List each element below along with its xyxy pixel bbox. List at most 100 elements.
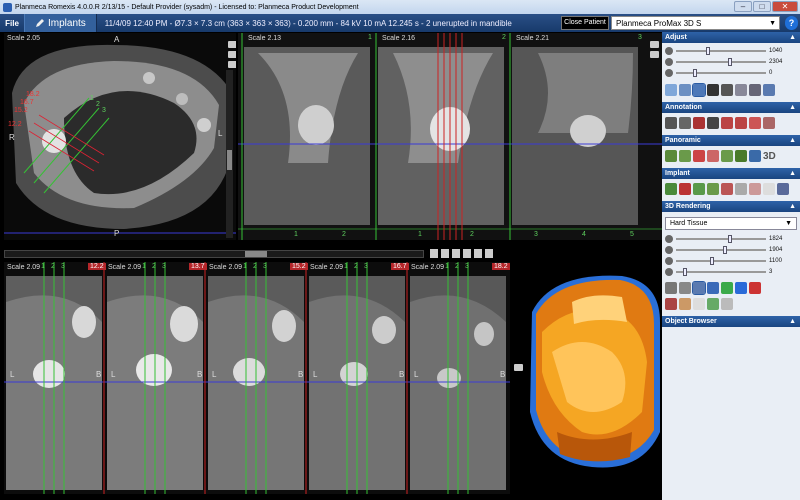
tooth-icon[interactable]: [763, 183, 775, 195]
render-slider-2[interactable]: 1904: [665, 244, 797, 255]
adjust-slider-1[interactable]: 1040: [665, 45, 797, 56]
axial-view[interactable]: Scale 2.05 A R L P 18.2 16.7 15.2 12.2 1…: [4, 33, 236, 240]
render-slider-1[interactable]: 1824: [665, 233, 797, 244]
render-slider-3-track[interactable]: [676, 256, 766, 265]
adjust-slider-2-track[interactable]: [676, 57, 766, 66]
guide-icon[interactable]: [777, 183, 789, 195]
adjust-slider-1-track[interactable]: [676, 46, 766, 55]
3d-render-view[interactable]: [512, 262, 662, 494]
3d-label[interactable]: 3D: [763, 151, 776, 162]
angle-icon[interactable]: [679, 117, 691, 129]
maximize-view-icon[interactable]: [485, 249, 493, 258]
camera-icon[interactable]: [228, 51, 236, 58]
eraser-icon[interactable]: [749, 117, 761, 129]
reset-view-icon[interactable]: [228, 61, 236, 68]
implant-section-header[interactable]: Implant ▲: [662, 168, 800, 179]
implant-add-icon[interactable]: [665, 183, 677, 195]
slider-knob[interactable]: [693, 68, 698, 77]
maximize-button[interactable]: □: [753, 1, 771, 12]
implant-icon[interactable]: [463, 249, 471, 258]
ruler-icon[interactable]: [665, 117, 677, 129]
slice-scrollbar[interactable]: [4, 250, 424, 258]
slider-knob[interactable]: [710, 256, 715, 265]
face-icon[interactable]: [679, 298, 691, 310]
lock-icon[interactable]: [430, 249, 438, 258]
sharpen-icon[interactable]: [707, 84, 719, 96]
rotate-icon[interactable]: [514, 364, 523, 371]
minimize-button[interactable]: –: [734, 1, 752, 12]
skull-icon[interactable]: [749, 84, 761, 96]
grid-icon[interactable]: [441, 249, 449, 258]
axial-scroll-thumb[interactable]: [227, 150, 232, 170]
implant-delete-icon[interactable]: [679, 183, 691, 195]
close-window-button[interactable]: ✕: [772, 1, 798, 12]
cross-section-views[interactable]: Scale 2.13 1 Scale 2.16 2 Scale 2.21 3 1…: [238, 33, 662, 240]
file-menu[interactable]: File: [0, 19, 24, 28]
pencil-icon[interactable]: [721, 117, 733, 129]
axial-scrollbar[interactable]: [226, 70, 233, 238]
render-slider-1-track[interactable]: [676, 234, 766, 243]
text-icon[interactable]: [693, 117, 705, 129]
render-slider-4[interactable]: 3: [665, 266, 797, 277]
panoramic-section-header[interactable]: Panoramic ▲: [662, 135, 800, 146]
implant-rotate-icon[interactable]: [707, 183, 719, 195]
curve-icon[interactable]: [665, 150, 677, 162]
zoom-icon[interactable]: [665, 84, 677, 96]
render-slider-3[interactable]: 1100: [665, 255, 797, 266]
slider-knob[interactable]: [723, 245, 728, 254]
marker-icon[interactable]: [665, 298, 677, 310]
filter-icon[interactable]: [735, 84, 747, 96]
device-select[interactable]: Planmeca ProMax 3D S ▼: [611, 16, 780, 30]
implant-library-icon[interactable]: [735, 183, 747, 195]
slice-icon[interactable]: [721, 150, 733, 162]
abutment-icon[interactable]: [721, 183, 733, 195]
tooth-icon[interactable]: [452, 249, 460, 258]
pan-icon[interactable]: [679, 84, 691, 96]
draw-icon[interactable]: [735, 117, 747, 129]
plane-icon[interactable]: [707, 282, 719, 294]
clip-icon[interactable]: [665, 282, 677, 294]
camera-icon[interactable]: [650, 51, 659, 58]
adjust-slider-3[interactable]: 0: [665, 67, 797, 78]
render-slider-2-track[interactable]: [676, 245, 766, 254]
invert-icon[interactable]: [721, 84, 733, 96]
spline-icon[interactable]: [749, 150, 761, 162]
maximize-view-icon[interactable]: [228, 41, 236, 48]
slider-knob[interactable]: [727, 57, 732, 66]
help-button[interactable]: ?: [785, 16, 798, 30]
measure-icon[interactable]: [692, 83, 706, 97]
render-preset-select[interactable]: Hard Tissue ▼: [665, 217, 797, 230]
camera-icon[interactable]: [474, 249, 482, 258]
reset-icon[interactable]: [763, 84, 775, 96]
object-browser-section-header[interactable]: Object Browser ▲: [662, 316, 800, 327]
slice-views[interactable]: Scale 2.09 1 2 3 12.2 L B Scale 2.09 1 2…: [4, 262, 510, 494]
maximize-view-icon[interactable]: [650, 41, 659, 48]
slider-knob[interactable]: [727, 234, 732, 243]
thickness-icon[interactable]: [735, 150, 747, 162]
tab-implants[interactable]: Implants: [24, 14, 97, 32]
color-icon[interactable]: [749, 282, 761, 294]
arrow-icon[interactable]: [707, 117, 719, 129]
palette-icon[interactable]: [707, 298, 719, 310]
delete-icon[interactable]: [763, 117, 775, 129]
select-icon[interactable]: [692, 281, 706, 295]
adjust-section-header[interactable]: Adjust ▲: [662, 32, 800, 43]
slider-knob[interactable]: [682, 267, 687, 276]
3d-rendering-section-header[interactable]: 3D Rendering ▲: [662, 201, 800, 212]
adjust-slider-3-track[interactable]: [676, 68, 766, 77]
nerve-edit-icon[interactable]: [707, 150, 719, 162]
slice-scroll-thumb[interactable]: [245, 251, 267, 257]
cube-icon[interactable]: [721, 282, 733, 294]
crown-icon[interactable]: [749, 183, 761, 195]
slider-knob[interactable]: [706, 46, 711, 55]
nerve-icon[interactable]: [693, 150, 705, 162]
cube-outline-icon[interactable]: [693, 298, 705, 310]
curve-edit-icon[interactable]: [679, 150, 691, 162]
cut-icon[interactable]: [679, 282, 691, 294]
annotation-section-header[interactable]: Annotation ▲: [662, 102, 800, 113]
implant-move-icon[interactable]: [693, 183, 705, 195]
skull-icon[interactable]: [721, 298, 733, 310]
adjust-slider-2[interactable]: 2304: [665, 56, 797, 67]
render-slider-4-track[interactable]: [676, 267, 766, 276]
close-patient-button[interactable]: Close Patient: [561, 16, 609, 30]
